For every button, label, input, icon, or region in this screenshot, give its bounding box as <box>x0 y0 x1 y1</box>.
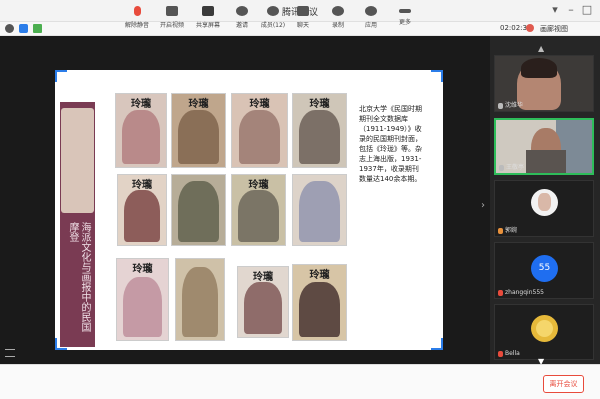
participant-name: zhangqin555 <box>505 289 544 296</box>
participant-tile[interactable]: 郭婉 <box>494 180 594 237</box>
participant-tile[interactable]: Bella <box>494 304 594 360</box>
magazine-cover: 玲瓏 <box>117 174 167 246</box>
participant-tile[interactable]: 沈维华 <box>494 55 594 112</box>
frame-corner <box>431 70 443 82</box>
pin-icon[interactable]: ▾ <box>548 3 562 16</box>
record-icon <box>332 6 344 16</box>
apps-button[interactable]: 应用 <box>356 6 386 29</box>
slide-panel-title: 海派文化与画报中的民国摩登 <box>67 222 90 332</box>
signal-icon[interactable] <box>33 24 42 33</box>
magazine-cover: 玲瓏 <box>231 174 286 246</box>
frame-corner <box>55 70 67 82</box>
mic-icon <box>133 6 141 16</box>
magazine-cover: 玲瓏 <box>292 93 347 168</box>
view-switch[interactable]: 画廊视图 <box>540 24 568 34</box>
chevron-up-icon[interactable]: ▲ <box>538 44 544 53</box>
video-button[interactable]: 开启视频 <box>157 6 187 29</box>
magazine-cover: 玲瓏 <box>171 93 226 168</box>
magazine-cover: 玲瓏 <box>116 258 169 341</box>
magazine-cover: 玲瓏 <box>292 264 347 341</box>
mic-muted-icon <box>498 290 503 296</box>
magazine-cover <box>292 174 347 246</box>
chevron-right-icon[interactable]: › <box>481 200 485 211</box>
info-icon[interactable] <box>5 24 14 33</box>
screen-share-icon <box>202 6 214 16</box>
more-icon <box>399 9 411 13</box>
add-user-icon <box>236 6 248 16</box>
maximize-icon[interactable]: □ <box>580 3 594 16</box>
chat-button[interactable]: 聊天 <box>288 6 318 29</box>
participant-name: 沈维华 <box>505 102 524 109</box>
poster-image <box>61 108 94 213</box>
minimize-icon[interactable]: – <box>564 3 578 16</box>
mic-muted-icon <box>498 228 503 234</box>
record-button[interactable]: 录制 <box>323 6 353 29</box>
share-screen-button[interactable]: 共享屏幕 <box>193 6 223 29</box>
record-icon <box>526 24 534 32</box>
apps-icon <box>365 6 377 16</box>
avatar: 55 <box>531 255 558 282</box>
participant-name: 王敬亭 <box>506 164 525 171</box>
mic-muted-icon <box>498 351 503 357</box>
shield-icon[interactable] <box>19 24 28 33</box>
leave-meeting-button[interactable]: 离开会议 <box>543 375 584 393</box>
camera-icon <box>166 6 178 16</box>
mic-icon <box>499 165 504 171</box>
menu-icon[interactable] <box>5 349 15 357</box>
magazine-cover <box>171 174 226 246</box>
magazine-cover <box>175 258 225 341</box>
frame-corner <box>431 338 443 350</box>
magazine-cover: 玲瓏 <box>237 266 289 338</box>
magazine-cover: 玲瓏 <box>115 93 167 168</box>
participant-tile[interactable]: 王敬亭 <box>494 118 594 175</box>
mic-icon <box>498 103 503 109</box>
slide-description: 北京大学《民国时期期刊全文数据库（1911-1949）》收录的民国期刊封面，包括… <box>359 105 422 183</box>
participant-tile[interactable]: 55 zhangqin555 <box>494 242 594 299</box>
members-icon <box>267 6 279 16</box>
magazine-cover: 玲瓏 <box>231 93 288 168</box>
chat-icon <box>297 6 309 16</box>
meeting-toolbar <box>0 364 600 399</box>
members-button[interactable]: 成员(12) <box>258 6 288 29</box>
participant-name: 郭婉 <box>505 227 518 234</box>
mute-button[interactable]: 解除静音 <box>122 6 152 29</box>
more-button[interactable]: 更多 <box>390 6 420 26</box>
invite-button[interactable]: 邀请 <box>227 6 257 29</box>
participant-name: Bella <box>505 350 520 357</box>
